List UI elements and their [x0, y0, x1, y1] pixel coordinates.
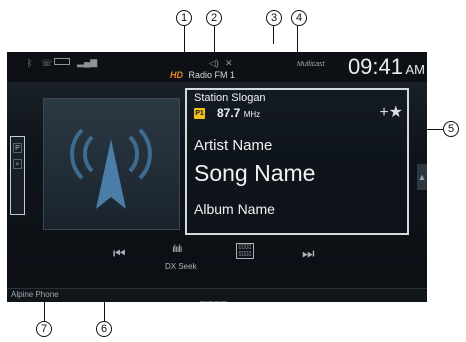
expand-panel-arrow-icon[interactable]: ▲: [417, 164, 427, 190]
hd-radio-icon: HD: [170, 70, 183, 80]
callout-1: 1: [176, 10, 192, 26]
frequency: 87.7 MHz: [217, 106, 260, 120]
multicast-indicator: Multicast: [297, 61, 325, 68]
artist-name: Artist Name: [194, 137, 273, 154]
dx-seek-icon[interactable]: ılıılı: [172, 244, 183, 255]
album-art: [43, 98, 180, 230]
search-icon[interactable]: ⌕: [13, 159, 22, 169]
song-name: Song Name: [194, 160, 316, 186]
callout-5: 5: [443, 121, 459, 137]
clock-ampm: AM: [405, 62, 426, 77]
mute-icon: ✕: [225, 58, 233, 68]
page-dot: [200, 301, 206, 302]
page-dot: [221, 301, 227, 302]
battery-icon: [54, 58, 70, 65]
station-info-panel[interactable]: Station Slogan P1 87.7 MHz +★ Artist Nam…: [185, 88, 409, 235]
band-grid-icon[interactable]: ▯▯▯▯ ▯▯▯▯: [236, 243, 254, 259]
radio-screen: ᛒ ☏ ▂▄▆ ◁) ✕ Multicast 09:41 AM HD Radio…: [7, 52, 427, 302]
broadcast-icon: [70, 128, 152, 209]
phone-link-icon: ☏: [41, 58, 53, 68]
album-name: Album Name: [194, 201, 275, 217]
page-dot: [214, 301, 220, 302]
dx-seek-label: DX Seek: [165, 262, 197, 271]
callout-2: 2: [206, 10, 222, 26]
callout-6: 6: [96, 321, 112, 337]
app-name[interactable]: Alpine Phone: [11, 290, 59, 299]
callout-7: 7: [36, 321, 52, 337]
bluetooth-icon: ᛒ: [27, 58, 33, 68]
page-indicator: [200, 293, 240, 302]
favorite-star-icon[interactable]: +★: [379, 102, 403, 122]
frequency-unit: MHz: [243, 110, 261, 119]
signal-icon: ▂▄▆: [77, 57, 98, 67]
callout-3-leader: [273, 26, 274, 44]
transport-controls: ⏮ ılıılı DX Seek ▯▯▯▯ ▯▯▯▯ ⏭: [7, 242, 427, 280]
previous-track-icon[interactable]: ⏮: [113, 245, 126, 262]
next-track-icon[interactable]: ⏭: [302, 245, 315, 262]
left-sidebar: P ⌕: [10, 136, 25, 215]
source-row: HD Radio FM 1: [170, 70, 235, 80]
frequency-value: 87.7: [217, 106, 241, 120]
page-dot-active: [207, 301, 213, 302]
preset-badge: P1: [194, 108, 205, 119]
preset-list-button[interactable]: P: [13, 143, 22, 153]
callout-3: 3: [266, 10, 282, 26]
bottom-bar: Alpine Phone: [7, 288, 427, 302]
station-slogan: Station Slogan: [194, 92, 266, 104]
source-label: Radio FM 1: [188, 70, 236, 80]
clock: 09:41: [347, 54, 403, 79]
callout-4: 4: [291, 10, 307, 26]
volume-icon: ◁): [209, 58, 219, 68]
